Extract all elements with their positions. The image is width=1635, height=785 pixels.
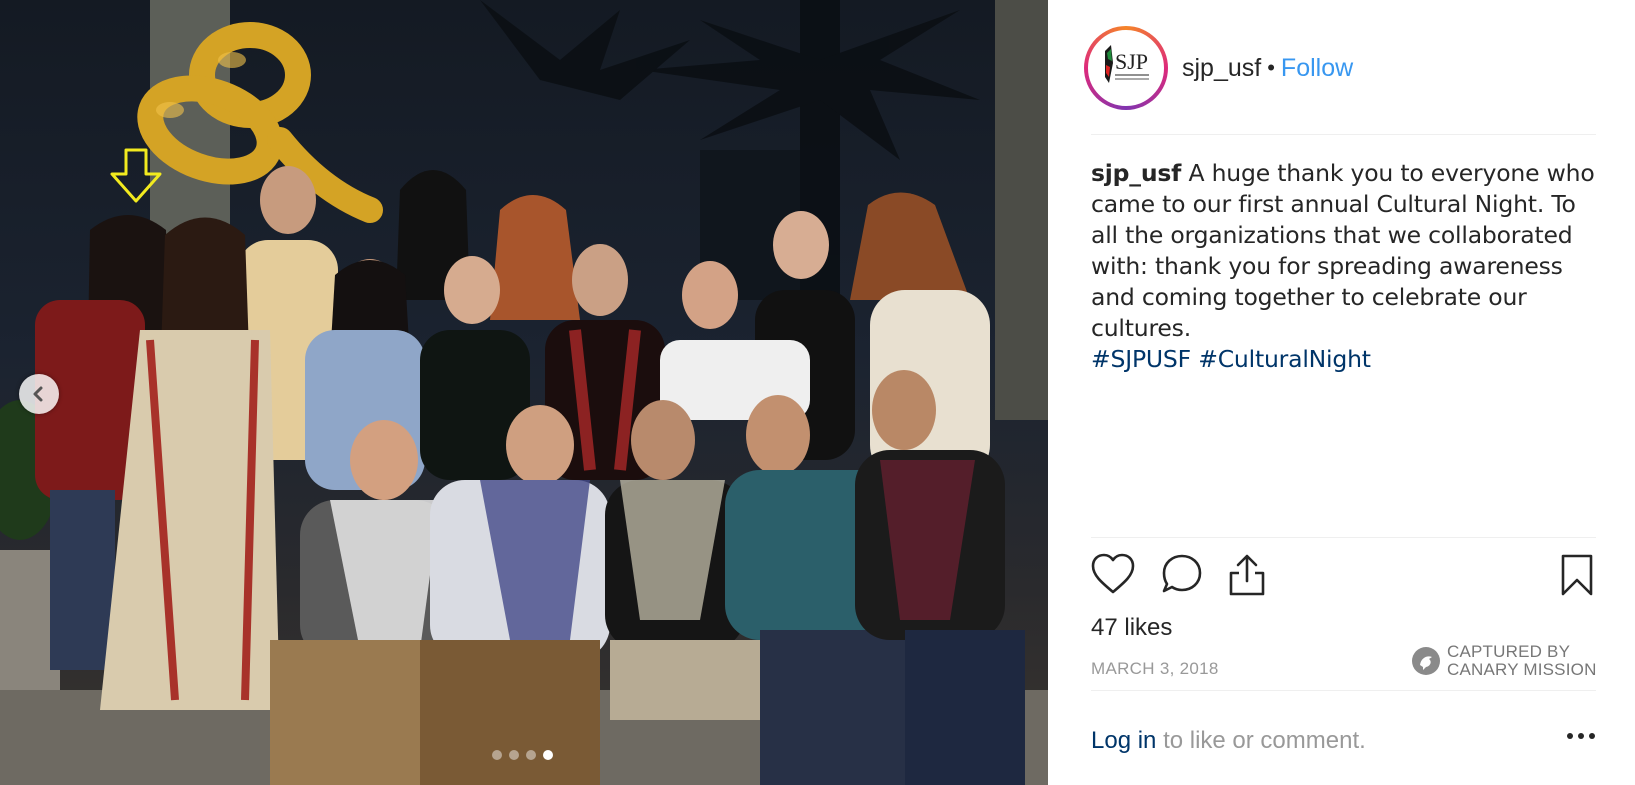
more-icon[interactable] (1566, 731, 1596, 741)
heart-icon[interactable] (1091, 553, 1135, 595)
group-photo-image (0, 0, 1048, 785)
post-date: MARCH 3, 2018 (1091, 659, 1219, 678)
canary-logo-icon (1412, 647, 1440, 675)
canary-mission-watermark: CAPTURED BY CANARY MISSION (1411, 643, 1597, 679)
carousel-indicators (492, 750, 553, 760)
sjp-logo-icon: SJP (1088, 30, 1164, 106)
post-caption: sjp_usf A huge thank you to everyone who… (1091, 158, 1596, 375)
carousel-dot[interactable] (492, 750, 502, 760)
post-photo[interactable] (0, 0, 1048, 785)
hashtag-link[interactable]: #CulturalNight (1198, 345, 1371, 373)
carousel-dot-active[interactable] (543, 750, 553, 760)
bookmark-icon[interactable] (1560, 553, 1594, 597)
post-details-panel: SJP sjp_usf • Follow sjp_usf A huge than… (1048, 0, 1635, 785)
follow-button[interactable]: Follow (1281, 54, 1353, 83)
post-header: SJP sjp_usf • Follow (1084, 24, 1353, 112)
caption-username-link[interactable]: sjp_usf (1091, 159, 1181, 187)
likes-count[interactable]: 47 likes (1091, 614, 1172, 642)
avatar[interactable]: SJP (1084, 26, 1168, 110)
watermark-line-1: CAPTURED BY (1447, 642, 1571, 661)
actions-divider (1091, 537, 1596, 538)
header-divider (1091, 134, 1596, 135)
previous-slide-button[interactable] (19, 374, 59, 414)
watermark-line-2: CANARY MISSION (1447, 660, 1597, 679)
carousel-dot[interactable] (526, 750, 536, 760)
share-icon[interactable] (1227, 553, 1267, 597)
separator-dot: • (1267, 55, 1275, 80)
footer-divider (1091, 690, 1596, 691)
login-link[interactable]: Log in (1091, 727, 1156, 754)
comment-icon[interactable] (1161, 553, 1203, 595)
hashtag-link[interactable]: #SJPUSF (1091, 345, 1191, 373)
chevron-left-icon (33, 386, 43, 402)
action-bar (1091, 553, 1596, 597)
logo-initials: SJP (1115, 49, 1148, 74)
login-prompt-text: to like or comment. (1163, 727, 1366, 754)
username-link[interactable]: sjp_usf (1182, 54, 1261, 83)
login-prompt: Log in to like or comment. (1091, 727, 1596, 755)
carousel-dot[interactable] (509, 750, 519, 760)
